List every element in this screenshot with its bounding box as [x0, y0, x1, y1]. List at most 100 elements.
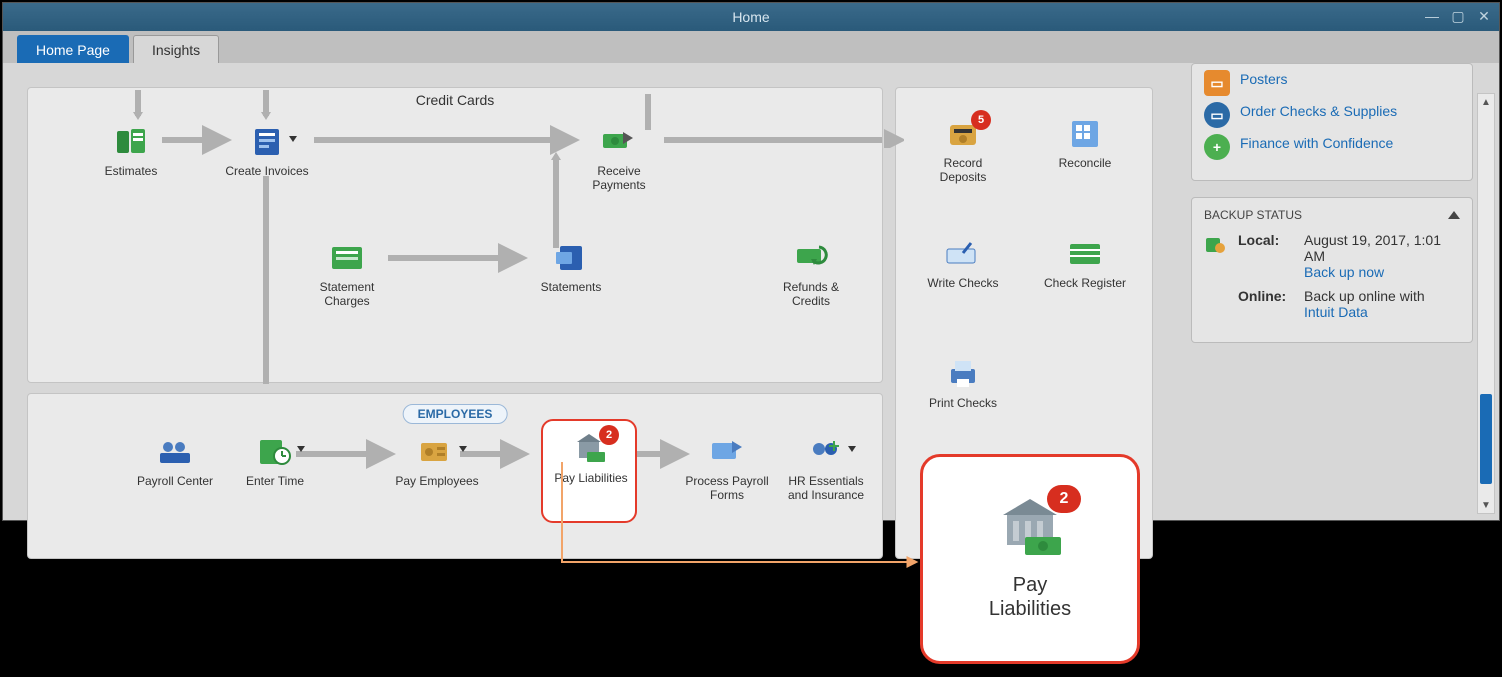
workflow-canvas: Credit Cards — [27, 63, 1153, 520]
back-up-now-link[interactable]: Back up now — [1304, 264, 1460, 280]
pay-liabilities-callout-icon: 2 — [995, 497, 1065, 557]
check-register-icon — [1068, 242, 1102, 266]
pay-liabilities-callout-label: PayLiabilities — [989, 573, 1071, 621]
payroll-center-button[interactable]: Payroll Center — [132, 436, 218, 488]
pay-liabilities-badge: 2 — [599, 425, 619, 445]
workspace: Credit Cards — [3, 63, 1499, 520]
estimates-label: Estimates — [88, 164, 174, 178]
pay-liabilities-callout-badge: 2 — [1047, 485, 1081, 513]
plus-icon: + — [1204, 134, 1230, 160]
statement-charges-button[interactable]: Statement Charges — [304, 242, 390, 308]
statement-charges-icon — [330, 245, 364, 271]
poster-icon: ▭ — [1204, 70, 1230, 96]
order-checks-link[interactable]: ▭ Order Checks & Supplies — [1204, 102, 1460, 128]
check-register-label: Check Register — [1042, 276, 1128, 290]
employees-panel: EMPLOYEES Payroll Center Enter Time Pa — [27, 393, 883, 559]
customers-panel: Credit Cards — [27, 87, 883, 383]
tab-home-label: Home Page — [36, 42, 110, 58]
print-checks-label: Print Checks — [920, 396, 1006, 410]
invoice-icon — [251, 127, 283, 157]
check-register-button[interactable]: Check Register — [1042, 238, 1128, 290]
record-deposits-badge: 5 — [971, 110, 991, 130]
pay-liabilities-callout: 2 PayLiabilities — [920, 454, 1140, 664]
title-bar: Home — ▢ ✕ — [3, 3, 1499, 31]
pay-liabilities-highlight: 2 Pay Liabilities — [541, 419, 637, 523]
order-checks-label: Order Checks & Supplies — [1240, 102, 1397, 120]
statements-button[interactable]: Statements — [528, 242, 614, 294]
close-button[interactable]: ✕ — [1475, 7, 1493, 25]
refunds-icon — [793, 245, 829, 271]
statements-icon — [554, 244, 588, 272]
tab-home-page[interactable]: Home Page — [17, 35, 129, 63]
dropdown-arrow-icon — [297, 446, 305, 452]
pay-employees-button[interactable]: Pay Employees — [394, 436, 480, 488]
collapse-chevron-icon — [1448, 211, 1460, 219]
reconcile-label: Reconcile — [1042, 156, 1128, 170]
pay-liabilities-label: Pay Liabilities — [548, 471, 634, 485]
hr-essentials-icon — [809, 439, 843, 465]
backup-status-header[interactable]: BACKUP STATUS — [1204, 208, 1460, 222]
backup-online-label: Online: — [1238, 288, 1294, 304]
finance-confidence-label: Finance with Confidence — [1240, 134, 1393, 152]
scroll-thumb[interactable] — [1480, 394, 1492, 484]
backup-online-value: Back up online with — [1304, 288, 1425, 304]
order-law-posters-link[interactable]: ▭ Posters — [1204, 70, 1460, 96]
scroll-up-button[interactable]: ▲ — [1478, 94, 1494, 110]
app-window: Home — ▢ ✕ Home Page Insights Credit Car… — [2, 2, 1500, 521]
pay-liabilities-button[interactable]: 2 Pay Liabilities — [548, 433, 634, 485]
minimize-button[interactable]: — — [1423, 7, 1441, 25]
dropdown-arrow-icon — [289, 136, 297, 142]
backup-local-value: August 19, 2017, 1:01 AM — [1304, 232, 1441, 264]
receive-payments-label: Receive Payments — [576, 164, 662, 192]
window-title: Home — [732, 9, 769, 25]
hr-essentials-button[interactable]: HR Essentials and Insurance — [778, 436, 874, 502]
write-checks-icon — [945, 241, 981, 267]
statement-charges-label: Statement Charges — [304, 280, 390, 308]
record-deposits-button[interactable]: 5 Record Deposits — [920, 118, 1006, 184]
order-posters-label-partial: Posters — [1240, 70, 1287, 88]
enter-time-label: Enter Time — [232, 474, 318, 488]
credit-cards-partial-text: Credit Cards — [416, 92, 495, 108]
print-checks-button[interactable]: Print Checks — [920, 358, 1006, 410]
print-checks-icon — [947, 359, 979, 389]
payroll-center-label: Payroll Center — [132, 474, 218, 488]
refunds-credits-label: Refunds & Credits — [768, 280, 854, 308]
write-checks-button[interactable]: Write Checks — [920, 238, 1006, 290]
dropdown-arrow-icon — [848, 446, 856, 452]
scroll-down-button[interactable]: ▼ — [1478, 497, 1494, 513]
statements-label: Statements — [528, 280, 614, 294]
dropdown-arrow-icon — [459, 446, 467, 452]
pay-employees-icon — [419, 439, 455, 465]
checks-icon: ▭ — [1204, 102, 1230, 128]
finance-confidence-link[interactable]: + Finance with Confidence — [1204, 134, 1460, 160]
estimates-icon — [115, 127, 147, 157]
refunds-credits-button[interactable]: Refunds & Credits — [768, 242, 854, 308]
employees-panel-header: EMPLOYEES — [403, 404, 508, 424]
payroll-center-icon — [158, 439, 192, 465]
sidebar: ▭ Posters ▭ Order Checks & Supplies + Fi… — [1191, 63, 1473, 559]
enter-time-button[interactable]: Enter Time — [232, 436, 318, 488]
process-forms-icon — [710, 439, 744, 465]
process-payroll-forms-button[interactable]: Process Payroll Forms — [684, 436, 770, 502]
enter-time-icon — [258, 438, 292, 466]
sidebar-links-card: ▭ Posters ▭ Order Checks & Supplies + Fi… — [1191, 63, 1473, 181]
intuit-data-link[interactable]: Intuit Data — [1304, 304, 1425, 320]
estimates-button[interactable]: Estimates — [88, 126, 174, 178]
tab-bar: Home Page Insights — [3, 31, 1499, 63]
record-deposits-label: Record Deposits — [920, 156, 1006, 184]
create-invoices-button[interactable]: Create Invoices — [224, 126, 310, 178]
local-backup-icon — [1204, 232, 1228, 257]
maximize-button[interactable]: ▢ — [1449, 7, 1467, 25]
hr-essentials-label: HR Essentials and Insurance — [778, 474, 874, 502]
pay-employees-label: Pay Employees — [394, 474, 480, 488]
into-banking-arrow — [884, 88, 904, 148]
receive-payments-button[interactable]: Receive Payments — [576, 126, 662, 192]
reconcile-button[interactable]: Reconcile — [1042, 118, 1128, 170]
reconcile-icon — [1070, 119, 1100, 149]
vertical-scrollbar[interactable]: ▲ ▼ — [1477, 93, 1495, 514]
create-invoices-label: Create Invoices — [224, 164, 310, 178]
tab-insights-label: Insights — [152, 42, 200, 58]
tab-insights[interactable]: Insights — [133, 35, 219, 63]
backup-status-title: BACKUP STATUS — [1204, 208, 1302, 222]
write-checks-label: Write Checks — [920, 276, 1006, 290]
